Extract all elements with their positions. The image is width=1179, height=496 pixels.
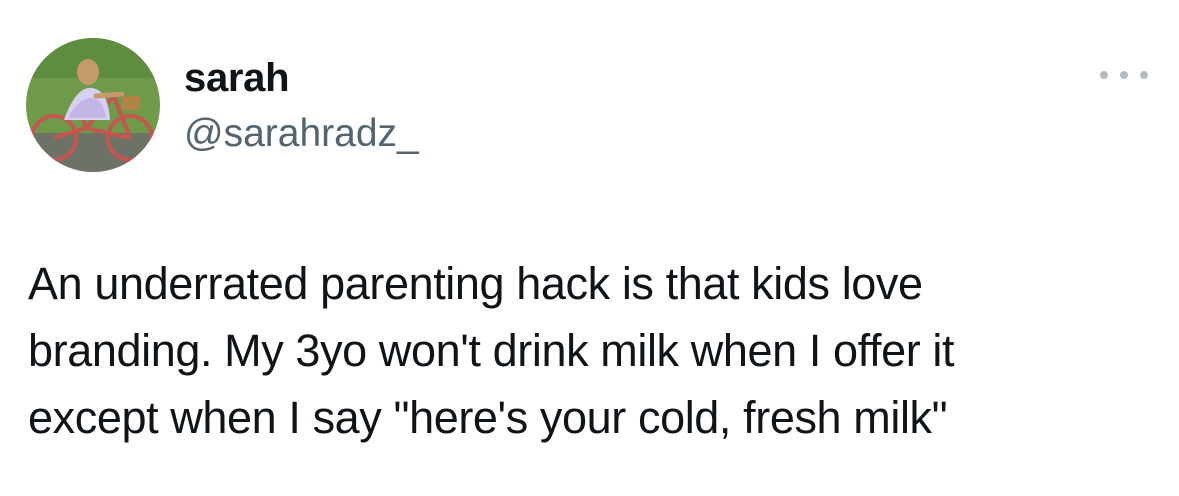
more-options-icon[interactable]: [1100, 62, 1148, 88]
avatar-image: [26, 38, 160, 172]
tweet-card: sarah @sarahradz_ An underrated parentin…: [0, 0, 1179, 496]
author-display-name[interactable]: sarah: [184, 52, 290, 104]
dot: [1120, 71, 1128, 79]
avatar[interactable]: [26, 38, 160, 172]
dot: [1140, 71, 1148, 79]
dot: [1100, 71, 1108, 79]
author-handle[interactable]: @sarahradz_: [184, 108, 419, 160]
tweet-text: An underrated parenting hack is that kid…: [28, 258, 955, 443]
